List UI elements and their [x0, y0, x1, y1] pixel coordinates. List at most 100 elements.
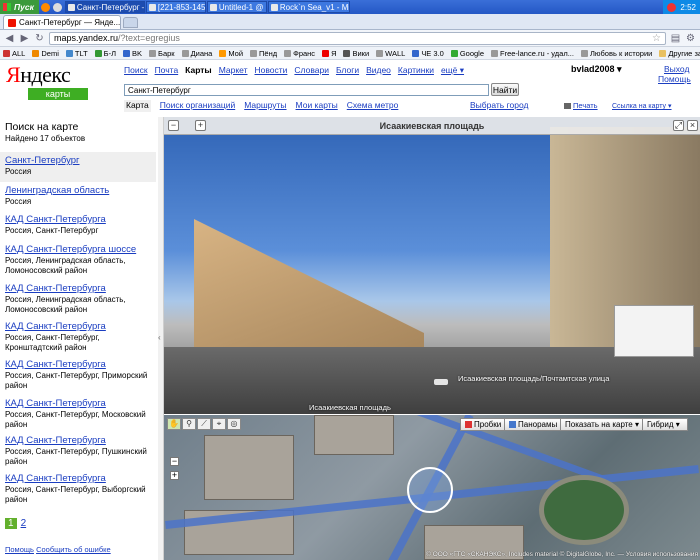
- nav-market[interactable]: Маркет: [219, 65, 248, 76]
- tab-my-maps[interactable]: Мои карты: [296, 100, 338, 112]
- result-link[interactable]: КАД Санкт-Петербурга шоссе: [5, 244, 151, 255]
- bookmark[interactable]: Я: [322, 49, 336, 58]
- panoramas-button[interactable]: Панорамы: [504, 418, 563, 431]
- ruler-tool-icon[interactable]: ⟋: [197, 418, 211, 430]
- result-item[interactable]: КАД Санкт-Петербурга Россия, Санкт-Петерб…: [0, 321, 156, 353]
- street-panorama[interactable]: − + Исаакиевская площадь ⤢ × Исаакиевска…: [164, 117, 700, 414]
- result-link[interactable]: Ленинградская область: [5, 185, 151, 196]
- nav-images[interactable]: Картинки: [398, 65, 434, 76]
- bookmark[interactable]: Вики: [343, 49, 369, 58]
- back-button[interactable]: ◀: [4, 33, 15, 44]
- result-item[interactable]: КАД Санкт-Петербурга Россия, Санкт-Петерб…: [0, 214, 156, 236]
- bookmark[interactable]: ЧЕ 3.0: [412, 49, 444, 58]
- close-tab-icon[interactable]: ×: [120, 18, 121, 27]
- bookmark[interactable]: Диана: [181, 49, 212, 58]
- pin-tool-icon[interactable]: ⌖: [212, 418, 226, 430]
- task-photoshop[interactable]: Untitled-1 @ 66,7% (Lay...: [206, 1, 267, 13]
- help-link[interactable]: Помощь: [658, 74, 691, 84]
- result-item[interactable]: Санкт-Петербург Россия: [0, 152, 156, 182]
- traffic-button[interactable]: Пробки: [460, 418, 507, 431]
- choose-city-link[interactable]: Выбрать город: [470, 100, 528, 110]
- result-link[interactable]: КАД Санкт-Петербурга: [5, 398, 151, 409]
- nav-search[interactable]: Поиск: [124, 65, 148, 76]
- print-link[interactable]: Печать: [564, 101, 598, 110]
- result-link[interactable]: КАД Санкт-Петербурга: [5, 359, 151, 370]
- nav-maps[interactable]: Карты: [185, 65, 212, 76]
- map-link-dropdown[interactable]: Ссылка на карту ▾: [612, 102, 672, 110]
- firefox-icon[interactable]: [40, 2, 50, 12]
- result-item[interactable]: КАД Санкт-Петербурга Россия, Санкт-Петерб…: [0, 398, 156, 430]
- result-link[interactable]: КАД Санкт-Петербурга: [5, 473, 151, 484]
- bookmark-star-icon[interactable]: ☆: [652, 33, 661, 44]
- nav-mail[interactable]: Почта: [155, 65, 179, 76]
- explorer-icon[interactable]: [52, 2, 62, 12]
- report-error-link[interactable]: Сообщить об ошибке: [36, 545, 111, 554]
- url-field[interactable]: maps.yandex.ru/?text=egregius ☆: [49, 31, 666, 45]
- result-link[interactable]: КАД Санкт-Петербурга: [5, 435, 151, 446]
- result-item[interactable]: КАД Санкт-Петербурга Россия, Санкт-Петерб…: [0, 473, 156, 505]
- search-input[interactable]: [124, 84, 489, 96]
- task-browser[interactable]: Санкт-Петербург — Янде...: [64, 1, 145, 13]
- bookmark[interactable]: TLT: [65, 49, 88, 58]
- nav-blogs[interactable]: Блоги: [336, 65, 359, 76]
- forward-button[interactable]: ▶: [19, 33, 30, 44]
- direction-arrow-icon[interactable]: [434, 379, 448, 385]
- hand-tool-icon[interactable]: ✋: [167, 418, 181, 430]
- show-on-map-dropdown[interactable]: Показать на карте ▾: [560, 418, 644, 431]
- satellite-map[interactable]: ✋ ⚲ ⟋ ⌖ ◎ Пробки Панорамы Показать на ка…: [164, 415, 700, 560]
- result-link[interactable]: КАД Санкт-Петербурга: [5, 214, 151, 225]
- result-link[interactable]: КАД Санкт-Петербурга: [5, 283, 151, 294]
- bookmark[interactable]: Demi: [32, 49, 59, 58]
- panorama-position-marker[interactable]: [407, 467, 453, 513]
- logout-link[interactable]: Выход: [664, 64, 689, 74]
- zoom-in-button[interactable]: +: [170, 471, 179, 480]
- nav-more[interactable]: ещё ▾: [441, 65, 464, 76]
- find-button[interactable]: Найти: [491, 83, 519, 96]
- browser-tab[interactable]: Санкт-Петербург — Янде... ×: [3, 15, 121, 29]
- page-link[interactable]: 2: [21, 518, 27, 529]
- pano-tool-icon[interactable]: ◎: [227, 418, 241, 430]
- zoom-out-button[interactable]: −: [170, 457, 179, 466]
- user-menu[interactable]: bvlad2008 ▾: [571, 64, 622, 75]
- nav-video[interactable]: Видео: [366, 65, 391, 76]
- task-word[interactable]: Rock`n Sea_v1 - Microso...: [267, 1, 350, 13]
- tab-org-search[interactable]: Поиск организаций: [160, 100, 235, 112]
- result-item[interactable]: КАД Санкт-Петербурга шоссе Россия, Ленинг…: [0, 244, 156, 276]
- wrench-icon[interactable]: ⚙: [685, 33, 696, 44]
- tab-metro[interactable]: Схема метро: [347, 100, 399, 112]
- bookmark[interactable]: Мой: [219, 49, 243, 58]
- expand-icon[interactable]: ⤢: [673, 120, 684, 131]
- help-footer-link[interactable]: Помощь: [5, 545, 34, 554]
- nav-news[interactable]: Новости: [255, 65, 288, 76]
- result-item[interactable]: КАД Санкт-Петербурга Россия, Санкт-Петерб…: [0, 359, 156, 391]
- other-bookmarks[interactable]: Другие закладки: [659, 49, 700, 58]
- tray-icon[interactable]: [667, 2, 677, 12]
- result-link[interactable]: Санкт-Петербург: [5, 155, 151, 166]
- page-menu-icon[interactable]: ▤: [670, 33, 681, 44]
- bookmark[interactable]: Любовь к истории: [580, 49, 652, 58]
- close-panorama-icon[interactable]: ×: [687, 120, 698, 131]
- tab-routes[interactable]: Маршруты: [244, 100, 286, 112]
- bookmark[interactable]: BK: [123, 49, 142, 58]
- bookmark[interactable]: Барк: [149, 49, 175, 58]
- yandex-logo[interactable]: Яндекс карты: [6, 64, 88, 100]
- bookmark[interactable]: Б-Л: [94, 49, 116, 58]
- task-chat[interactable]: [221-853-145] - Окно со...: [145, 1, 206, 13]
- magnifier-tool-icon[interactable]: ⚲: [182, 418, 196, 430]
- new-tab-button[interactable]: [123, 17, 138, 28]
- result-item[interactable]: КАД Санкт-Петербурга Россия, Санкт-Петерб…: [0, 435, 156, 467]
- reload-button[interactable]: ↻: [34, 33, 45, 44]
- bookmark[interactable]: WALL: [376, 49, 405, 58]
- tab-map[interactable]: Карта: [124, 100, 151, 112]
- nav-dictionaries[interactable]: Словари: [294, 65, 329, 76]
- bookmark[interactable]: Пёнд: [250, 49, 277, 58]
- bookmark[interactable]: Google: [450, 49, 484, 58]
- result-link[interactable]: КАД Санкт-Петербурга: [5, 321, 151, 332]
- bookmark[interactable]: Free-lance.ru - удал...: [491, 49, 574, 58]
- start-button[interactable]: Пуск: [0, 0, 39, 14]
- layer-dropdown[interactable]: Гибрид ▾: [642, 418, 688, 431]
- result-item[interactable]: Ленинградская область Россия: [0, 185, 156, 207]
- bookmark[interactable]: ALL: [3, 49, 25, 58]
- bookmark[interactable]: Франс: [284, 49, 315, 58]
- result-item[interactable]: КАД Санкт-Петербурга Россия, Ленинградска…: [0, 283, 156, 315]
